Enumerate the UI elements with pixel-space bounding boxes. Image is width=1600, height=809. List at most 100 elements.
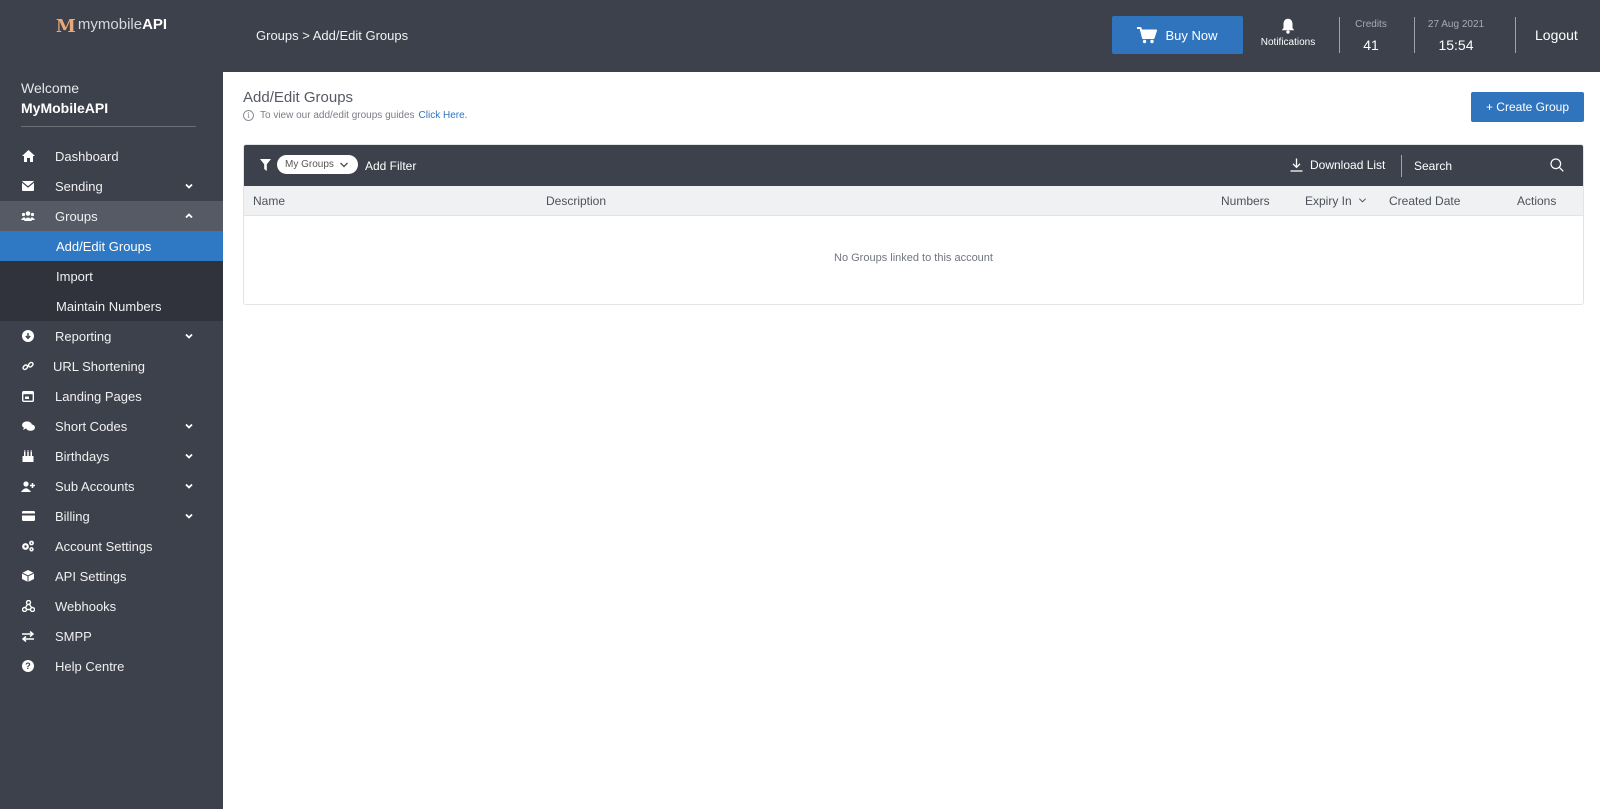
credits-display: Credits 41: [1341, 19, 1401, 53]
sidebar-item-label: Sending: [55, 178, 103, 194]
sidebar-item-label: SMPP: [55, 628, 92, 644]
sidebar-item-sub-accounts[interactable]: Sub Accounts: [0, 471, 223, 501]
credits-value: 41: [1363, 37, 1379, 53]
credits-label: Credits: [1355, 19, 1387, 30]
my-groups-filter-chip[interactable]: My Groups: [277, 155, 358, 174]
users-icon: [21, 209, 35, 223]
add-filter-button[interactable]: Add Filter: [365, 159, 416, 173]
cube-icon: [21, 569, 35, 583]
top-bar: Groups > Add/Edit Groups Buy Now Notific…: [223, 0, 1600, 72]
table-header: Name Description Numbers Expiry In Creat…: [244, 186, 1583, 216]
question-circle-icon: ?: [21, 659, 35, 673]
filter-chip-label: My Groups: [285, 159, 334, 170]
cake-icon: [21, 449, 35, 463]
search-icon[interactable]: [1550, 158, 1564, 172]
chevron-down-icon: [185, 423, 193, 429]
sidebar-item-label: Import: [56, 268, 93, 284]
column-header-expiry-in[interactable]: Expiry In: [1305, 194, 1367, 208]
home-icon: [21, 149, 35, 163]
filter-bar: My Groups Add Filter Download List Searc…: [244, 145, 1583, 186]
sidebar-item-add-edit-groups[interactable]: Add/Edit Groups: [0, 231, 223, 261]
chat-icon: [21, 419, 35, 433]
notifications-button[interactable]: Notifications: [1254, 18, 1322, 48]
groups-submenu: Add/Edit Groups Import Maintain Numbers: [0, 231, 223, 321]
sidebar-item-dashboard[interactable]: Dashboard: [0, 141, 223, 171]
sidebar-item-label: URL Shortening: [53, 358, 146, 374]
column-header-description[interactable]: Description: [546, 194, 606, 208]
sidebar-item-label: Billing: [55, 508, 90, 524]
sidebar-item-help-centre[interactable]: ? Help Centre: [0, 651, 223, 681]
guide-text: To view our add/edit groups guides: [260, 110, 415, 121]
download-circle-icon: [21, 329, 35, 343]
sidebar-item-sending[interactable]: Sending: [0, 171, 223, 201]
sidebar-item-short-codes[interactable]: Short Codes: [0, 411, 223, 441]
header-divider: [1414, 17, 1415, 53]
current-date: 27 Aug 2021: [1427, 19, 1485, 30]
logo-mark-icon: M: [55, 16, 76, 37]
svg-text:?: ?: [25, 661, 31, 671]
sidebar-item-label: Add/Edit Groups: [56, 238, 152, 254]
sidebar-item-billing[interactable]: Billing: [0, 501, 223, 531]
column-header-name[interactable]: Name: [253, 194, 285, 208]
chevron-down-icon: [185, 183, 193, 189]
chevron-down-icon: [185, 453, 193, 459]
buy-now-button[interactable]: Buy Now: [1112, 16, 1243, 54]
header-divider: [1515, 17, 1516, 53]
download-list-label: Download List: [1310, 158, 1386, 172]
sidebar-item-account-settings[interactable]: Account Settings: [0, 531, 223, 561]
download-icon: [1290, 158, 1303, 172]
create-group-button[interactable]: + Create Group: [1471, 92, 1584, 122]
link-icon: [21, 359, 35, 373]
chevron-up-icon: [185, 213, 193, 219]
sidebar-item-label: Groups: [55, 208, 98, 224]
welcome-greeting: Welcome: [21, 80, 80, 96]
info-icon: i: [243, 110, 254, 121]
sort-chevron-icon: [1359, 198, 1367, 203]
chevron-down-icon: [185, 483, 193, 489]
sidebar-item-groups[interactable]: Groups: [0, 201, 223, 231]
sidebar-item-label: Maintain Numbers: [56, 298, 162, 314]
filter-divider: [1401, 155, 1402, 177]
breadcrumb: Groups > Add/Edit Groups: [256, 28, 409, 43]
exchange-icon: [21, 629, 35, 643]
sidebar-item-label: Short Codes: [55, 418, 128, 434]
sidebar-item-url-shortening[interactable]: URL Shortening: [0, 351, 223, 381]
sidebar-item-label: Landing Pages: [55, 388, 142, 404]
column-header-created-date[interactable]: Created Date: [1389, 194, 1460, 208]
logout-button[interactable]: Logout: [1535, 27, 1578, 43]
webhook-icon: [21, 599, 35, 613]
chevron-down-icon: [339, 162, 348, 167]
filter-icon[interactable]: [260, 159, 271, 171]
welcome-username: MyMobileAPI: [21, 100, 109, 116]
sidebar-item-landing-pages[interactable]: Landing Pages: [0, 381, 223, 411]
column-header-numbers[interactable]: Numbers: [1221, 194, 1270, 208]
envelope-icon: [21, 179, 35, 193]
date-time-display: 27 Aug 2021 15:54: [1416, 19, 1496, 53]
sidebar-item-smpp[interactable]: SMPP: [0, 621, 223, 651]
sidebar-item-import[interactable]: Import: [0, 261, 223, 291]
notifications-label: Notifications: [1260, 37, 1316, 48]
sidebar-item-label: Webhooks: [55, 598, 117, 614]
welcome-divider: [21, 126, 196, 127]
sidebar-item-birthdays[interactable]: Birthdays: [0, 441, 223, 471]
sidebar-item-reporting[interactable]: Reporting: [0, 321, 223, 351]
bell-icon: [1281, 18, 1295, 34]
sidebar-item-webhooks[interactable]: Webhooks: [0, 591, 223, 621]
chevron-down-icon: [185, 513, 193, 519]
user-plus-icon: [21, 479, 35, 493]
sidebar-item-label: Account Settings: [55, 538, 153, 554]
sidebar-item-label: Dashboard: [55, 148, 119, 164]
sidebar-item-maintain-numbers[interactable]: Maintain Numbers: [0, 291, 223, 321]
brand-logo[interactable]: M mymobileAPI: [0, 0, 223, 72]
header-divider: [1339, 17, 1340, 53]
download-list-button[interactable]: Download List: [1290, 158, 1385, 172]
empty-table-message: No Groups linked to this account: [834, 252, 993, 264]
buy-now-label: Buy Now: [1165, 27, 1218, 43]
search-input[interactable]: Search: [1414, 159, 1452, 173]
guide-link[interactable]: Click Here.: [419, 110, 468, 121]
welcome-block: Welcome MyMobileAPI: [0, 72, 223, 127]
window-icon: [21, 389, 35, 403]
sidebar: M mymobileAPI Welcome MyMobileAPI Dashbo…: [0, 0, 223, 809]
sidebar-item-api-settings[interactable]: API Settings: [0, 561, 223, 591]
sidebar-item-label: Birthdays: [55, 448, 110, 464]
